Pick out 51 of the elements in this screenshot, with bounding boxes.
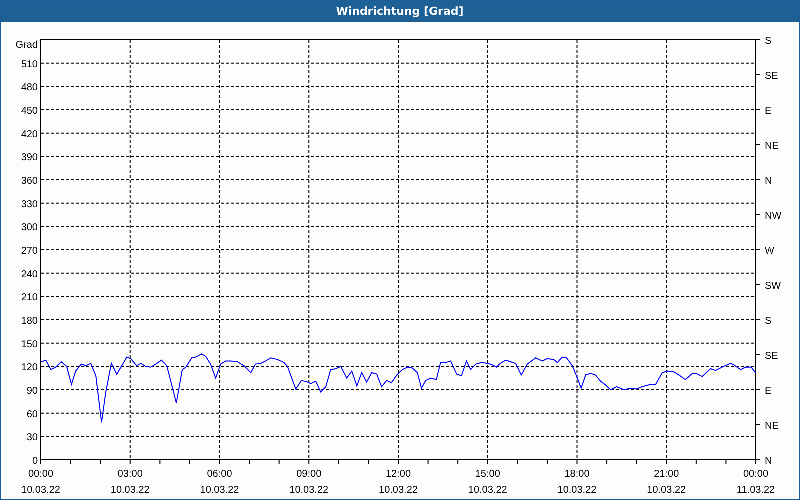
y-tick-label: 480 bbox=[21, 82, 38, 94]
y-tick-label: 390 bbox=[21, 152, 38, 164]
y-tick-label: 450 bbox=[21, 106, 38, 117]
y-tick-label: 420 bbox=[21, 129, 38, 140]
x-tick-time-label: 03:00 bbox=[118, 469, 143, 480]
y-tick-label: 30 bbox=[26, 432, 38, 444]
compass-direction-label: W bbox=[765, 246, 774, 257]
compass-direction-label: NE bbox=[765, 141, 779, 152]
compass-direction-label: NE bbox=[765, 421, 779, 432]
x-tick-time-label: 06:00 bbox=[207, 469, 232, 480]
compass-direction-label: S bbox=[765, 316, 772, 327]
x-tick-date-label: 10.03.22 bbox=[379, 485, 418, 496]
y-tick-label: 270 bbox=[21, 246, 38, 257]
y-tick-label: 120 bbox=[21, 362, 38, 374]
x-tick-time-label: 18:00 bbox=[564, 469, 590, 480]
x-tick-date-label: 10.03.22 bbox=[290, 485, 329, 496]
y-tick-label: 0 bbox=[32, 456, 38, 467]
compass-direction-label: SW bbox=[765, 281, 782, 292]
x-tick-date-label: 11.03.22 bbox=[736, 485, 776, 496]
x-tick-time-label: 00:00 bbox=[28, 469, 54, 480]
compass-direction-label: SE bbox=[765, 351, 778, 362]
x-tick-time-label: 09:00 bbox=[296, 469, 322, 480]
compass-direction-label: N bbox=[765, 456, 772, 467]
y-tick-label: 330 bbox=[21, 199, 38, 210]
x-tick-date-label: 10.03.22 bbox=[22, 485, 60, 496]
x-tick-date-label: 10.03.22 bbox=[200, 485, 240, 496]
compass-direction-label: N bbox=[765, 176, 772, 187]
compass-direction-label: E bbox=[765, 106, 772, 117]
y-tick-label: 360 bbox=[21, 176, 38, 187]
x-tick-date-label: 10.03.22 bbox=[647, 485, 686, 496]
compass-direction-label: NW bbox=[765, 211, 782, 222]
y-axis-title: Grad bbox=[16, 40, 38, 51]
y-tick-label: 510 bbox=[21, 59, 38, 70]
window-title: Windrichtung [Grad] bbox=[1, 1, 799, 22]
compass-direction-label: S bbox=[765, 36, 772, 47]
y-tick-label: 90 bbox=[26, 386, 38, 397]
y-tick-label: 60 bbox=[26, 409, 38, 420]
compass-direction-label: SE bbox=[765, 71, 778, 82]
y-tick-label: 300 bbox=[21, 222, 38, 234]
x-tick-time-label: 00:00 bbox=[743, 469, 769, 480]
y-tick-label: 240 bbox=[21, 269, 38, 280]
x-tick-time-label: 12:00 bbox=[386, 469, 412, 480]
y-tick-label: 210 bbox=[21, 292, 38, 304]
x-tick-date-label: 10.03.22 bbox=[558, 485, 597, 496]
x-tick-date-label: 10.03.22 bbox=[110, 485, 150, 496]
x-tick-time-label: 21:00 bbox=[654, 469, 680, 480]
compass-direction-label: E bbox=[765, 386, 772, 397]
x-tick-date-label: 10.03.22 bbox=[468, 485, 508, 496]
x-tick-time-label: 15:00 bbox=[475, 469, 500, 480]
y-tick-label: 150 bbox=[21, 339, 38, 350]
y-tick-label: 180 bbox=[21, 316, 38, 327]
